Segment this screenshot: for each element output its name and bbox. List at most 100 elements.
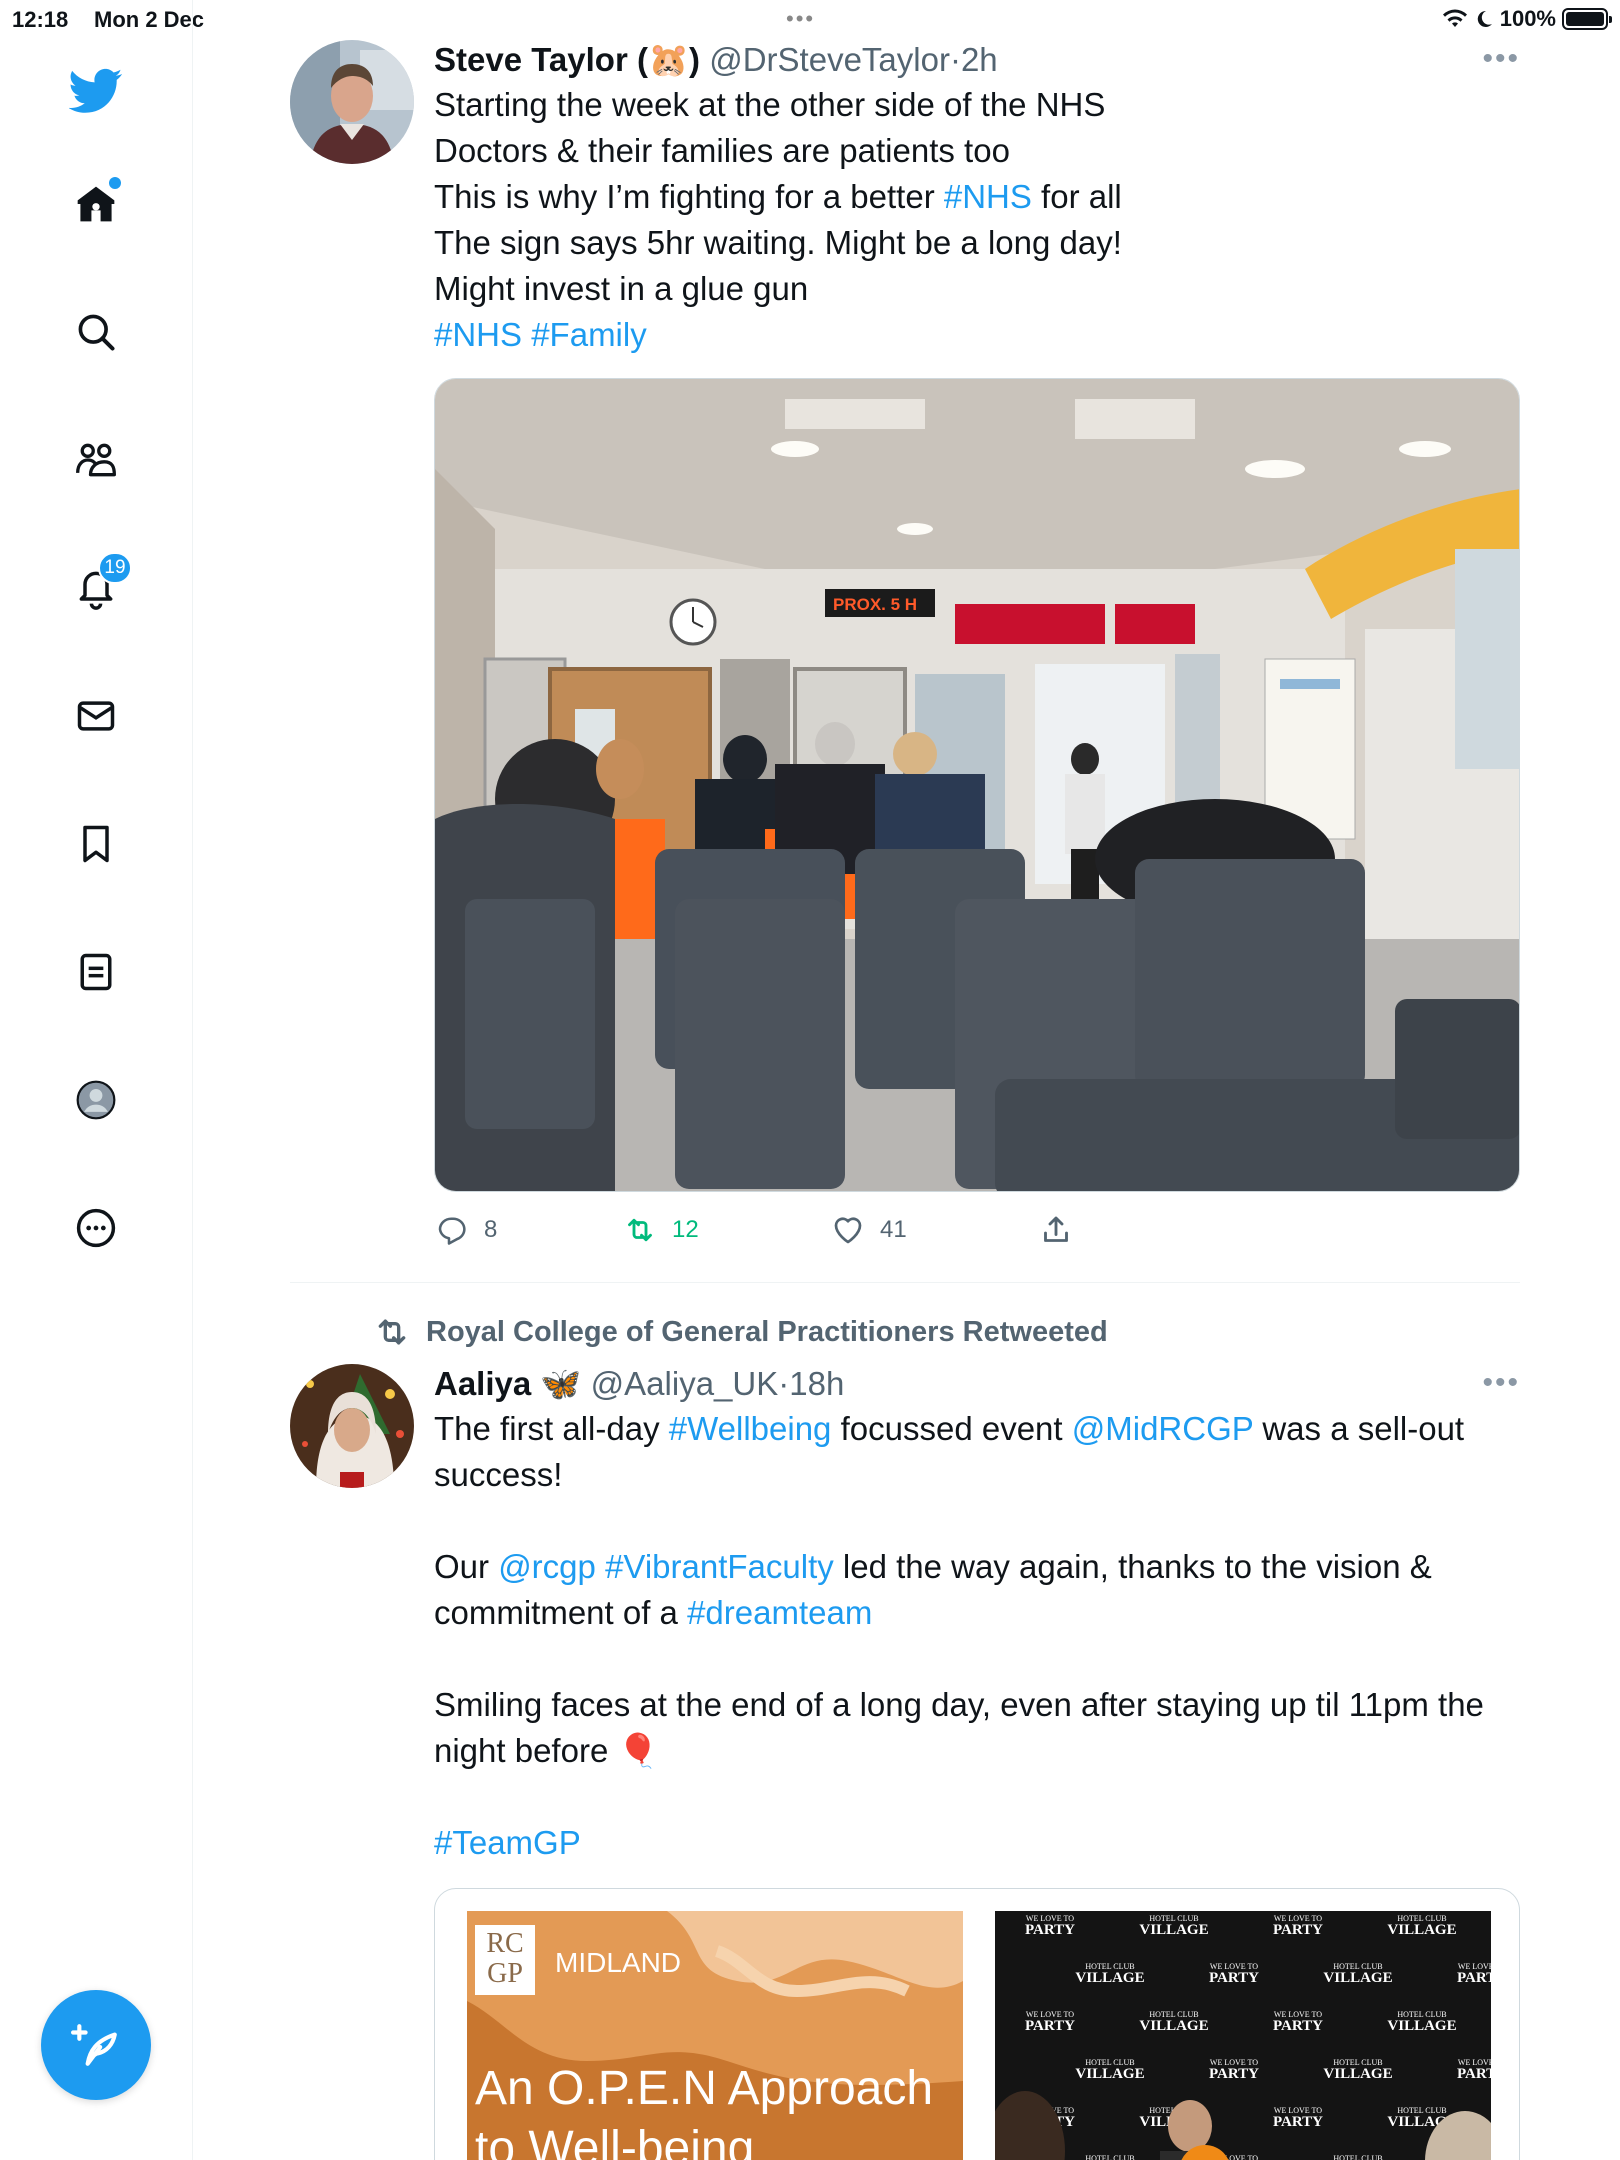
text-segment: focussed event xyxy=(831,1410,1072,1447)
tweet-time[interactable]: 18h xyxy=(789,1365,844,1402)
tweet-text: Starting the week at the other side of t… xyxy=(434,82,1520,358)
new-content-dot xyxy=(109,177,121,189)
text-segment: Might invest in a glue gun xyxy=(434,270,809,307)
retweet-button[interactable]: 12 xyxy=(622,1212,699,1248)
party-photo-image[interactable]: WE LOVE TO PARTY HOTEL CLUB VILLAGE WE LOVE … xyxy=(995,1911,1491,2160)
multitasking-dots[interactable]: ••• xyxy=(786,6,815,32)
text-segment: night before 🎈 xyxy=(434,1732,659,1769)
wifi-icon xyxy=(1442,9,1467,27)
like-count: 41 xyxy=(880,1216,907,1243)
tweet-time[interactable]: 2h xyxy=(961,41,998,78)
tweet-text-line: This is why I’m fighting for a better #N… xyxy=(434,174,1520,220)
rcgp-logo: RC GP xyxy=(475,1925,535,1995)
sidebar-nav: 19 xyxy=(0,0,193,2160)
retweet-context[interactable]: Royal College of General Practitioners R… xyxy=(372,1312,1108,1352)
text-segment: Starting the week at the other side of t… xyxy=(434,86,1106,123)
text-segment: This is why I’m fighting for a better xyxy=(434,178,944,215)
tweet-header: Aaliya 🦋 @Aaliya_UK·18h xyxy=(434,1364,1520,1404)
more-options-icon[interactable]: ••• xyxy=(1482,1366,1520,1400)
author-handle[interactable]: @Aaliya_UK xyxy=(591,1365,779,1402)
tweet-text-line: commitment of a #dreamteam xyxy=(434,1590,1520,1636)
event-poster-image[interactable]: RC GP MIDLAND An O.P.E.N Approach to Wel… xyxy=(467,1911,963,2160)
separator: · xyxy=(949,41,961,78)
reply-button[interactable]: 8 xyxy=(434,1212,497,1248)
avatar[interactable] xyxy=(290,40,414,164)
lists-icon[interactable] xyxy=(64,940,128,1004)
messages-icon[interactable] xyxy=(64,684,128,748)
retweeted-by-label: Royal College of General Practitioners R… xyxy=(426,1315,1108,1348)
search-icon[interactable] xyxy=(64,300,128,364)
author-name[interactable]: Aaliya 🦋 xyxy=(434,1365,582,1402)
communities-icon[interactable] xyxy=(64,428,128,492)
notification-badge: 19 xyxy=(98,552,132,584)
hashtag-link[interactable]: #NHS xyxy=(944,178,1032,215)
hashtag-link[interactable]: #Wellbeing xyxy=(669,1410,832,1447)
tweet-photo[interactable]: PROX. 5 H xyxy=(434,378,1520,1192)
compose-button[interactable] xyxy=(41,1990,151,2100)
tweet-text-line xyxy=(434,1774,1520,1820)
profile-icon[interactable] xyxy=(64,1068,128,1132)
text-segment: was a sell-out xyxy=(1253,1410,1465,1447)
text-segment: for all xyxy=(1031,178,1122,215)
text-segment: Smiling faces at the end of a long day, … xyxy=(434,1686,1484,1723)
notifications-icon[interactable]: 19 xyxy=(64,552,132,620)
tweet-text-line: #NHS #Family xyxy=(434,312,1520,358)
hashtag-link[interactable]: #NHS xyxy=(434,316,522,353)
tweet-text-line xyxy=(434,1636,1520,1682)
retweet-icon xyxy=(378,1319,406,1345)
more-icon[interactable] xyxy=(64,1196,128,1260)
text-segment: The first all-day xyxy=(434,1410,669,1447)
text-segment xyxy=(596,1548,605,1585)
text-segment: led the way again, thanks to the vision … xyxy=(833,1548,1432,1585)
waiting-time-sign: PROX. 5 H xyxy=(833,595,917,614)
tweet-text-line xyxy=(434,1498,1520,1544)
separator: · xyxy=(778,1365,790,1402)
tweet-text-line: Our @rcgp #VibrantFaculty led the way ag… xyxy=(434,1544,1520,1590)
like-button[interactable]: 41 xyxy=(830,1212,907,1248)
status-indicators: 100% xyxy=(1442,6,1612,32)
twitter-logo-icon[interactable] xyxy=(64,58,128,122)
poster-headline-2: to Well-being xyxy=(475,2122,755,2160)
battery-icon xyxy=(1562,8,1612,30)
text-segment: success! xyxy=(434,1456,563,1493)
tweet-actions: 8 12 41 xyxy=(434,1212,1134,1256)
tweet-text-line: success! xyxy=(434,1452,1520,1498)
avatar[interactable] xyxy=(290,1364,414,1488)
text-segment: Doctors & their families are patients to… xyxy=(434,132,1010,169)
tweet-text-line: #TeamGP xyxy=(434,1820,1520,1866)
retweet-count: 12 xyxy=(672,1216,699,1243)
hashtag-link[interactable]: #dreamteam xyxy=(687,1594,872,1631)
share-button[interactable] xyxy=(1038,1212,1074,1248)
tweet-body: Steve Taylor (🐹) @DrSteveTaylor·2h ••• S… xyxy=(434,40,1520,358)
mention-link[interactable]: @MidRCGP xyxy=(1072,1410,1253,1447)
more-options-icon[interactable]: ••• xyxy=(1482,42,1520,76)
text-segment: The sign says 5hr waiting. Might be a lo… xyxy=(434,224,1122,261)
moon-icon xyxy=(1477,10,1492,27)
author-handle[interactable]: @DrSteveTaylor xyxy=(709,41,950,78)
text-segment: Our xyxy=(434,1548,499,1585)
heart-icon xyxy=(834,1217,862,1244)
tweet-text-line: Might invest in a glue gun xyxy=(434,266,1520,312)
text-segment: commitment of a xyxy=(434,1594,688,1631)
tweet-text-line: Starting the week at the other side of t… xyxy=(434,82,1520,128)
tweet-text: The first all-day #Wellbeing focussed ev… xyxy=(434,1406,1520,1866)
bookmarks-icon[interactable] xyxy=(64,812,128,876)
status-bar: 12:18 Mon 2 Dec ••• 100% xyxy=(0,0,1620,40)
home-icon[interactable] xyxy=(64,172,128,236)
region-label: MIDLAND xyxy=(555,1947,682,1978)
hashtag-link[interactable]: #Family xyxy=(531,316,647,353)
tweet-text-line: Doctors & their families are patients to… xyxy=(434,128,1520,174)
author-name[interactable]: Steve Taylor (🐹) xyxy=(434,41,700,78)
battery-percent: 100% xyxy=(1499,6,1556,31)
tweet-card[interactable]: Steve Taylor (🐹) @DrSteveTaylor·2h ••• S… xyxy=(290,40,1520,1280)
rcgp-logo-bottom: GP xyxy=(487,1958,523,1989)
reply-count: 8 xyxy=(484,1216,498,1243)
hashtag-link[interactable]: #VibrantFaculty xyxy=(605,1548,834,1585)
reply-icon xyxy=(438,1217,466,1245)
tweet-media-grid: RC GP MIDLAND An O.P.E.N Approach to Wel… xyxy=(434,1888,1520,2160)
hashtag-link[interactable]: #TeamGP xyxy=(434,1824,581,1861)
tweet-text-line: night before 🎈 xyxy=(434,1728,1520,1774)
text-segment xyxy=(522,316,531,353)
tweet-text-line: The first all-day #Wellbeing focussed ev… xyxy=(434,1406,1520,1452)
mention-link[interactable]: @rcgp xyxy=(498,1548,596,1585)
